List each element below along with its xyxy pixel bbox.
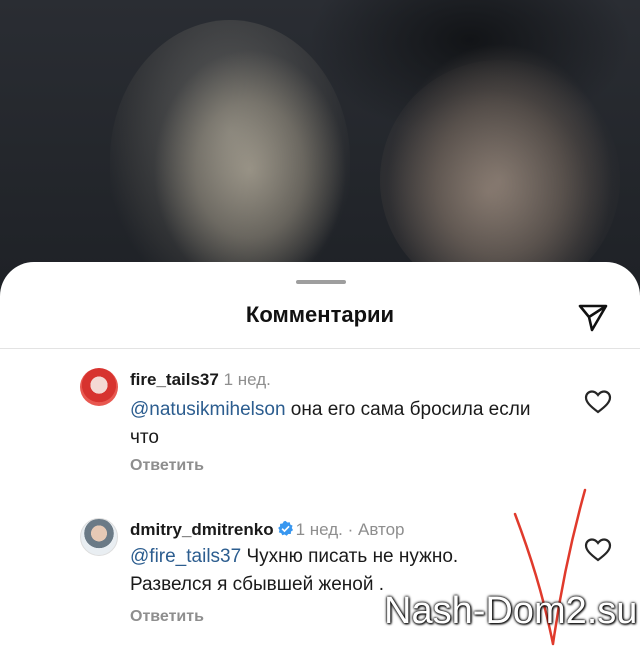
comment-time: 1 нед.: [295, 520, 343, 539]
watermark: Nash-Dom2.su: [384, 590, 638, 632]
comment-mention[interactable]: @fire_tails37: [130, 546, 241, 567]
comment-time: 1 нед.: [223, 370, 271, 389]
comment-username[interactable]: dmitry_dmitrenko: [130, 520, 274, 539]
sheet-title: Комментарии: [245, 302, 395, 327]
comment-text: @natusikmihelson она его сама бросила ес…: [130, 396, 550, 452]
avatar[interactable]: [80, 518, 118, 556]
comment-meta: fire_tails37 1 нед.: [130, 370, 271, 390]
background-photo: [0, 0, 640, 300]
author-tag: · Автор: [342, 520, 405, 539]
comment-meta: dmitry_dmitrenko 1 нед. · Автор: [130, 520, 405, 540]
send-icon[interactable]: [576, 300, 610, 334]
sheet-drag-handle[interactable]: [296, 280, 346, 284]
reply-button[interactable]: Ответить: [130, 457, 204, 475]
comment-mention[interactable]: @natusikmihelson: [130, 399, 286, 420]
verified-badge-icon: [277, 520, 293, 536]
header-divider: [0, 348, 640, 349]
avatar[interactable]: [80, 368, 118, 406]
reply-button[interactable]: Ответить: [130, 608, 204, 626]
comment-username[interactable]: fire_tails37: [130, 370, 219, 389]
photo-person-left: [110, 20, 350, 300]
heart-icon[interactable]: [584, 389, 612, 415]
